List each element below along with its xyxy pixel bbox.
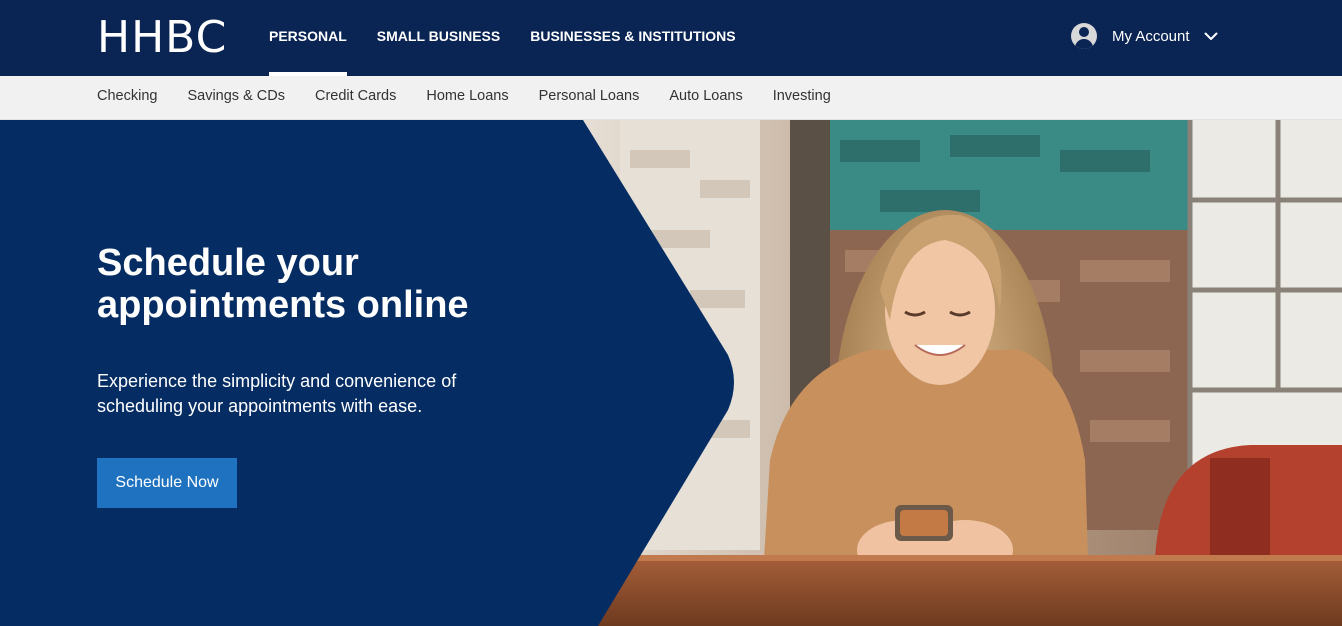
nav-personal[interactable]: PERSONAL [269, 0, 347, 76]
hero-subtitle: Experience the simplicity and convenienc… [97, 371, 457, 416]
my-account-label: My Account [1112, 27, 1190, 45]
hero-title: Schedule your appointments online [97, 242, 469, 326]
primary-nav: PERSONAL SMALL BUSINESS BUSINESSES & INS… [269, 0, 766, 76]
subnav-personal-loans[interactable]: Personal Loans [539, 76, 640, 120]
chevron-down-icon [1204, 32, 1218, 41]
subnav-checking[interactable]: Checking [97, 76, 157, 120]
hero-banner: Schedule your appointments online Experi… [0, 120, 1342, 626]
schedule-now-button[interactable]: Schedule Now [97, 458, 237, 508]
nav-businesses-institutions[interactable]: BUSINESSES & INSTITUTIONS [530, 0, 735, 76]
nav-small-business[interactable]: SMALL BUSINESS [377, 0, 500, 76]
subnav-credit-cards[interactable]: Credit Cards [315, 76, 396, 120]
subnav-home-loans[interactable]: Home Loans [426, 76, 508, 120]
subnav-auto-loans[interactable]: Auto Loans [669, 76, 742, 120]
secondary-nav: Checking Savings & CDs Credit Cards Home… [0, 76, 1342, 120]
subnav-investing[interactable]: Investing [773, 76, 831, 120]
user-avatar-icon [1071, 23, 1097, 49]
subnav-savings-cds[interactable]: Savings & CDs [187, 76, 285, 120]
hhbc-logo[interactable]: HHBC [97, 14, 227, 62]
my-account-menu[interactable]: My Account [1071, 22, 1218, 50]
top-navigation-bar: HHBC PERSONAL SMALL BUSINESS BUSINESSES … [0, 0, 1342, 76]
